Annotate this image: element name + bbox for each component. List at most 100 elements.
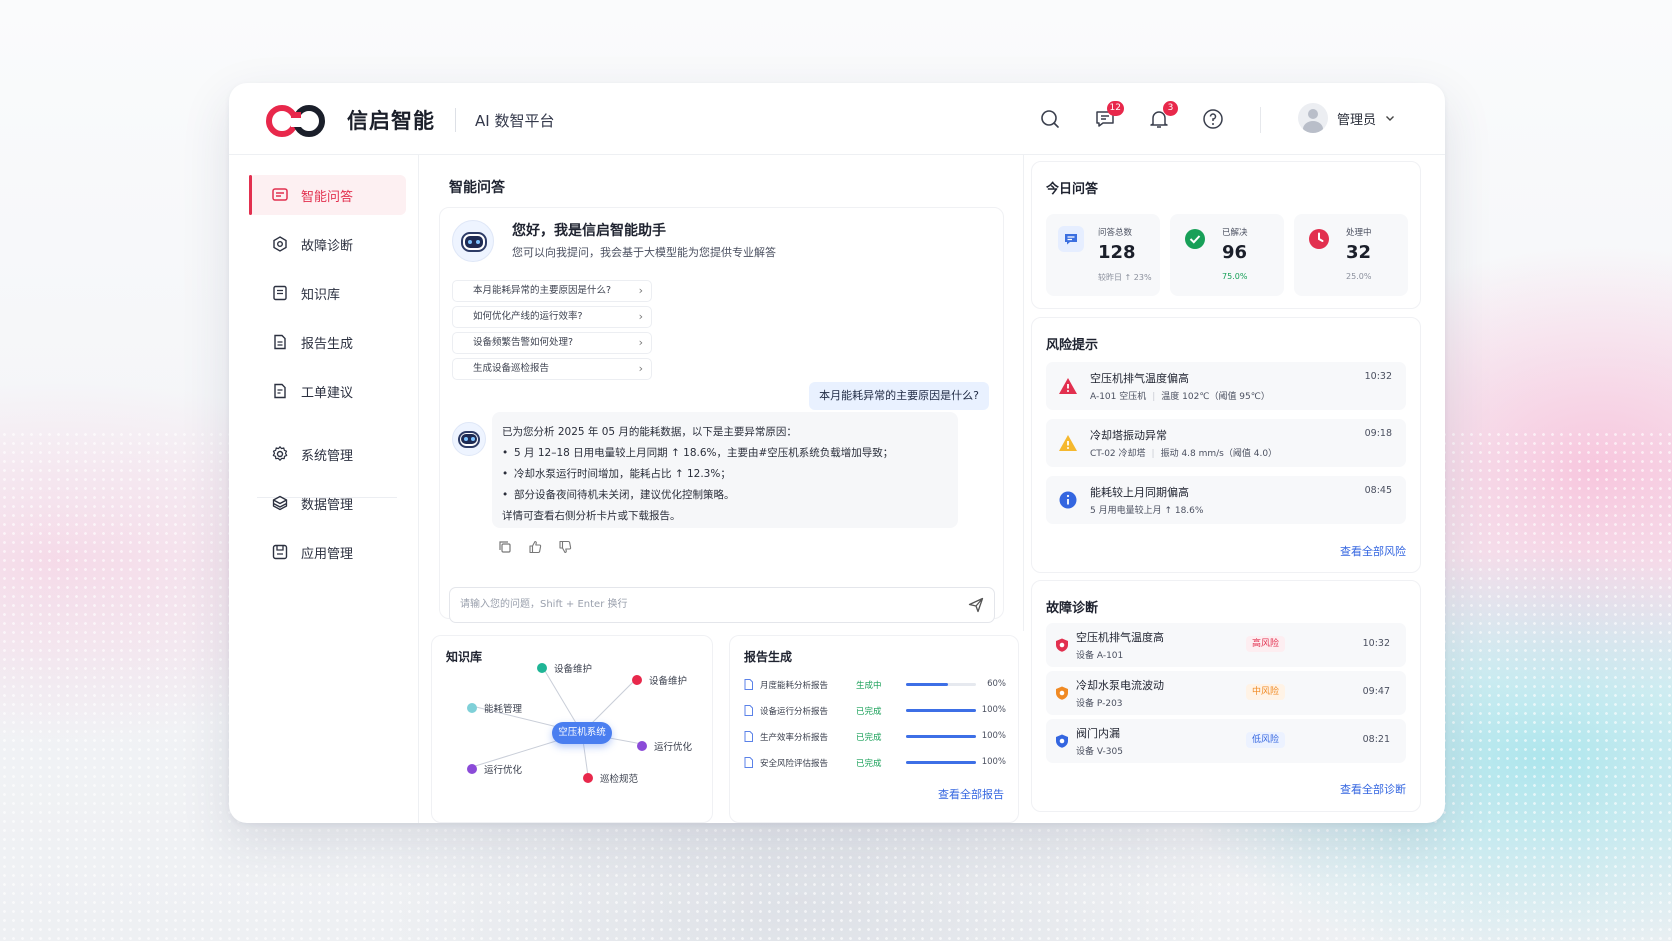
search-button[interactable] bbox=[1039, 108, 1061, 130]
answer-bullet: 部分设备夜间待机未关闭，建议优化控制策略。 bbox=[502, 485, 948, 506]
sidebar-item-data[interactable]: 数据管理 bbox=[249, 483, 406, 523]
thumbs-down-icon[interactable] bbox=[558, 540, 572, 554]
warning-icon bbox=[1059, 435, 1077, 451]
suggestion-chip[interactable]: 如何优化产线的运行效率? › bbox=[452, 306, 652, 328]
database-icon bbox=[272, 495, 288, 511]
avatar bbox=[1298, 103, 1328, 133]
report-row[interactable]: 月度能耗分析报告 生成中 60% bbox=[744, 678, 1006, 692]
report-progress-bar bbox=[906, 709, 976, 712]
fault-item[interactable]: 冷却水泵电流波动 设备 P-203 中风险 09:47 bbox=[1046, 671, 1406, 715]
messages-button[interactable]: 12 bbox=[1094, 101, 1124, 130]
risk-item[interactable]: 空压机排气温度偏高 A-101 空压机 | 温度 102℃（阈值 95℃） 10:3… bbox=[1046, 362, 1406, 410]
sidebar-item-report[interactable]: 报告生成 bbox=[249, 322, 406, 362]
sidebar-item-label: 应用管理 bbox=[301, 546, 354, 562]
fault-time: 08:21 bbox=[1362, 734, 1390, 745]
report-name: 安全风险评估报告 bbox=[760, 759, 829, 769]
chevron-right-icon: › bbox=[638, 362, 643, 375]
shield-icon bbox=[1056, 686, 1068, 700]
send-icon[interactable] bbox=[968, 597, 984, 613]
search-icon bbox=[1041, 110, 1059, 128]
message-icon bbox=[1058, 226, 1084, 252]
suggestion-chip[interactable]: 本月能耗异常的主要原因是什么? › bbox=[452, 280, 652, 302]
panel-title: 今日问答 bbox=[1046, 182, 1099, 197]
brand-name: 信启智能 bbox=[347, 109, 435, 133]
header-divider bbox=[1260, 107, 1261, 133]
fault-item[interactable]: 空压机排气温度高 设备 A-101 高风险 10:32 bbox=[1046, 623, 1406, 667]
graph-node[interactable]: 运行优化 bbox=[637, 739, 692, 753]
sidebar: 智能问答 故障诊断 知识库 报告生成 工单建议 系统管理 数据管理 应用管理 bbox=[229, 155, 419, 823]
report-row[interactable]: 安全风险评估报告 已完成 100% bbox=[744, 756, 1006, 770]
sidebar-item-diagnosis[interactable]: 故障诊断 bbox=[249, 224, 406, 264]
graph-node[interactable]: 设备维护 bbox=[632, 673, 687, 687]
stat-value: 96 bbox=[1222, 242, 1248, 263]
chat-input[interactable]: 请输入您的问题，Shift + Enter 换行 bbox=[449, 587, 995, 623]
messages-badge: 12 bbox=[1106, 101, 1124, 116]
sidebar-item-label: 数据管理 bbox=[301, 497, 354, 513]
fault-time: 10:32 bbox=[1362, 638, 1390, 649]
report-panel: 报告生成 月度能耗分析报告 生成中 60% 设备运行分析报告 已完成 100% 生产效率分析… bbox=[729, 635, 1019, 823]
notifications-button[interactable]: 3 bbox=[1148, 101, 1178, 130]
report-row[interactable]: 设备运行分析报告 已完成 100% bbox=[744, 704, 1006, 718]
greeting-title: 您好，我是信启智能助手 bbox=[512, 223, 666, 239]
info-icon bbox=[1059, 491, 1077, 509]
stat-label: 问答总数 bbox=[1098, 228, 1133, 238]
sidebar-item-apps[interactable]: 应用管理 bbox=[249, 532, 406, 572]
today-qa-panel: 今日问答 问答总数 128 较昨日 ↑ 23% 已解决 96 75.0% 处理中… bbox=[1031, 161, 1421, 309]
stat-sub: 75.0% bbox=[1222, 272, 1248, 281]
knowledge-panel: 知识库 设备维护 设备维护 能耗管理 空压机系统 运行优化 运行优化 巡检规范 bbox=[431, 635, 713, 823]
diagnosis-icon bbox=[273, 236, 287, 252]
stat-sub: 25.0% bbox=[1346, 272, 1372, 281]
report-name: 设备运行分析报告 bbox=[760, 707, 829, 717]
copy-icon[interactable] bbox=[498, 540, 512, 554]
risk-title: 空压机排气温度偏高 bbox=[1090, 372, 1189, 385]
view-all-reports-link[interactable]: 查看全部报告 bbox=[938, 786, 1004, 802]
sidebar-item-knowledge[interactable]: 知识库 bbox=[249, 273, 406, 313]
risk-item[interactable]: 冷却塔振动异常 CT-02 冷却塔 | 振动 4.8 mm/s（阈值 4.0） 09… bbox=[1046, 419, 1406, 467]
risk-time: 08:45 bbox=[1364, 485, 1392, 496]
chat-area: 您好，我是信启智能助手 您可以向我提问，我会基于大模型能为您提供专业解答 本月能… bbox=[439, 207, 1004, 619]
risk-item[interactable]: 能耗较上月同期偏高 5 月用电量较上月 ↑ 18.6% 08:45 bbox=[1046, 476, 1406, 524]
view-all-risks-link[interactable]: 查看全部风险 bbox=[1340, 543, 1406, 559]
sidebar-item-label: 系统管理 bbox=[301, 448, 354, 464]
graph-node[interactable]: 设备维护 bbox=[537, 661, 592, 675]
report-percent: 100% bbox=[981, 731, 1006, 741]
suggestion-chip[interactable]: 生成设备巡检报告 › bbox=[452, 358, 652, 380]
risk-title: 冷却塔振动异常 bbox=[1090, 429, 1167, 442]
report-row[interactable]: 生产效率分析报告 已完成 100% bbox=[744, 730, 1006, 744]
graph-node[interactable]: 巡检规范 bbox=[583, 771, 638, 785]
answer-footer: 详情可查看右侧分析卡片或下载报告。 bbox=[502, 510, 681, 522]
document-icon bbox=[744, 705, 753, 716]
panel-title: 故障诊断 bbox=[1046, 601, 1099, 616]
top-header: 信启智能 AI 数智平台 12 3 管理员 bbox=[229, 83, 1445, 155]
fault-device: 设备 A-101 bbox=[1076, 651, 1124, 661]
risk-time: 09:18 bbox=[1364, 428, 1392, 439]
help-button[interactable] bbox=[1202, 108, 1224, 130]
graph-center-node[interactable]: 空压机系统 bbox=[552, 722, 612, 744]
report-progress-bar bbox=[906, 683, 976, 686]
answer-bullet: 5 月 12–18 日用电量较上月同期 ↑ 18.6%，主要由#空压机系统负载增… bbox=[502, 443, 948, 464]
report-percent: 60% bbox=[987, 679, 1006, 689]
shield-icon bbox=[1056, 734, 1068, 748]
help-icon bbox=[1203, 109, 1223, 129]
fault-item[interactable]: 阀门内漏 设备 V-305 低风险 08:21 bbox=[1046, 719, 1406, 763]
suggestion-chip[interactable]: 设备频繁告警如何处理? › bbox=[452, 332, 652, 354]
report-name: 生产效率分析报告 bbox=[760, 733, 829, 743]
panel-title: 智能问答 bbox=[449, 180, 505, 196]
stat-label: 已解决 bbox=[1222, 228, 1248, 238]
fault-title: 冷却水泵电流波动 bbox=[1076, 679, 1164, 692]
sidebar-item-qa[interactable]: 智能问答 bbox=[249, 175, 406, 215]
graph-node[interactable]: 能耗管理 bbox=[467, 701, 522, 715]
view-all-diagnosis-link[interactable]: 查看全部诊断 bbox=[1340, 781, 1406, 797]
user-menu[interactable]: 管理员 bbox=[1298, 103, 1395, 133]
sidebar-item-system[interactable]: 系统管理 bbox=[249, 434, 406, 474]
answer-intro: 已为您分析 2025 年 05 月的能耗数据，以下是主要异常原因： bbox=[502, 426, 797, 438]
report-name: 月度能耗分析报告 bbox=[760, 681, 829, 691]
fault-title: 空压机排气温度高 bbox=[1076, 631, 1164, 644]
graph-node[interactable]: 运行优化 bbox=[467, 762, 522, 776]
thumbs-up-icon[interactable] bbox=[528, 540, 542, 554]
stat-sub: 较昨日 ↑ 23% bbox=[1098, 273, 1152, 282]
apps-icon bbox=[272, 544, 288, 560]
document-icon bbox=[744, 679, 753, 690]
report-progress-fill bbox=[906, 735, 976, 738]
sidebar-item-ticket[interactable]: 工单建议 bbox=[249, 371, 406, 411]
